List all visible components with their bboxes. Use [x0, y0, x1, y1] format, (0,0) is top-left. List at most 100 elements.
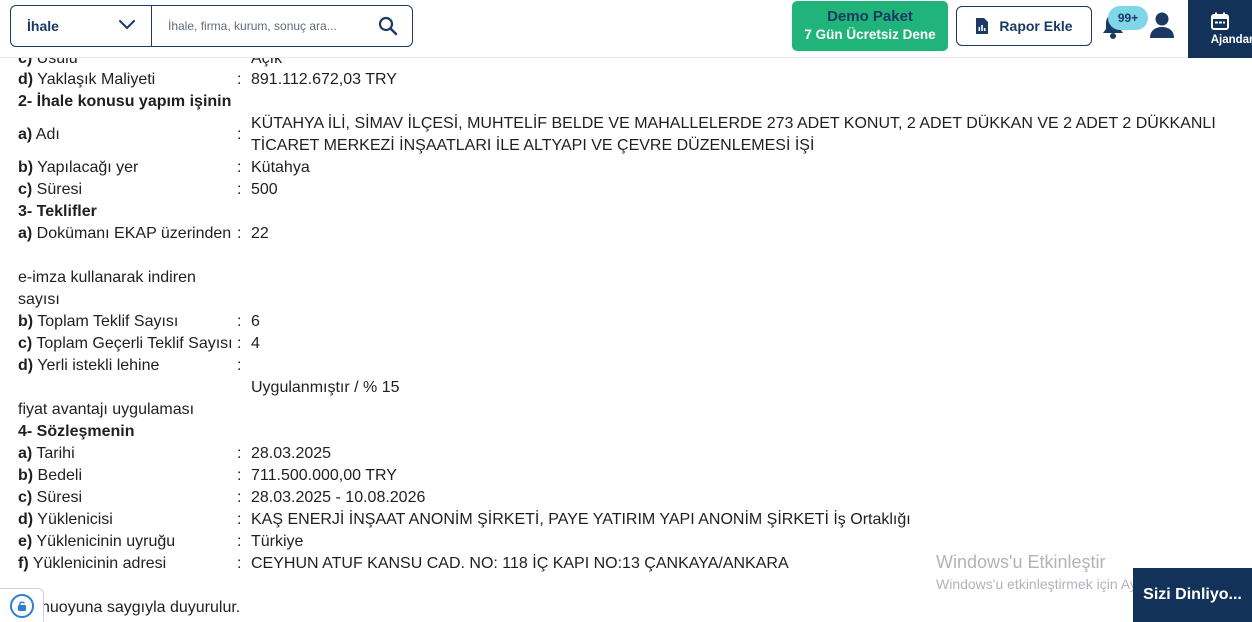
row-yerli-istekli: d) Yerli istekli lehine	[18, 355, 159, 377]
row-value: 4	[251, 335, 260, 352]
row-value: 6	[251, 313, 260, 330]
row-prefix: c)	[18, 181, 33, 198]
colon: :	[237, 159, 242, 176]
row-prefix: a)	[18, 225, 33, 242]
row-prefix: e)	[18, 533, 33, 550]
colon: :	[237, 489, 242, 506]
chat-support-button[interactable]: Sizi Dinliyo...	[1133, 568, 1252, 622]
row-value: 22	[251, 225, 269, 242]
search-icon[interactable]	[378, 16, 398, 36]
category-select[interactable]: İhale	[11, 6, 152, 46]
eimza-text: sayısı	[18, 291, 60, 308]
colon: :	[237, 467, 242, 484]
category-label: İhale	[27, 18, 59, 34]
row-label: Yapılacağı yer	[33, 159, 139, 176]
lock-icon	[9, 593, 34, 618]
demo-package-button[interactable]: Demo Paket 7 Gün Ücretsiz Dene	[792, 1, 948, 51]
row-value: KÜTAHYA İLİ, SİMAV İLÇESİ, MUHTELİF BELD…	[251, 115, 1216, 154]
user-icon[interactable]	[1148, 10, 1176, 40]
report-file-icon	[975, 17, 989, 35]
row-value: Uygulanmıştır / % 15	[251, 379, 400, 396]
row-prefix: f)	[18, 555, 29, 572]
notification-badge: 99+	[1108, 6, 1148, 30]
row-value: 711.500.000,00 TRY	[251, 467, 397, 484]
demo-subtitle: 7 Gün Ücretsiz Dene	[804, 27, 936, 42]
colon: :	[237, 181, 242, 198]
row-tarihi: a) Tarihi	[18, 443, 75, 465]
row-label: Süresi	[32, 181, 83, 198]
colon: :	[237, 313, 242, 330]
row-prefix: c)	[18, 489, 33, 506]
row-prefix: a)	[18, 126, 33, 143]
row-bedeli: b) Bedeli	[18, 465, 82, 487]
row-label: Süresi	[32, 489, 83, 506]
row-value: CEYHUN ATUF KANSU CAD. NO: 118 İÇ KAPI N…	[251, 555, 789, 572]
row-sozlesme-suresi: c) Süresi	[18, 487, 82, 509]
row-prefix: b)	[18, 159, 34, 176]
row-value: 28.03.2025	[251, 445, 332, 462]
row-value: 891.112.672,03 TRY	[251, 71, 397, 88]
colon: :	[237, 225, 242, 242]
add-report-button[interactable]: Rapor Ekle	[956, 6, 1092, 46]
row-toplam-teklif: b) Toplam Teklif Sayısı	[18, 311, 178, 333]
row-label: Yüklenicinin uyruğu	[32, 533, 176, 550]
row-label: Toplam Geçerli Teklif Sayısı	[32, 335, 233, 352]
row-uyruk: e) Yüklenicinin uyruğu	[18, 531, 175, 553]
colon: :	[237, 126, 242, 143]
row-prefix: d)	[18, 71, 34, 88]
row-label: Yerli istekli lehine	[33, 357, 160, 374]
eimza-text: e-imza kullanarak indiren	[18, 269, 196, 286]
row-prefix: d)	[18, 357, 34, 374]
row-label: Yüklenicisi	[33, 511, 113, 528]
announcement-content: c) Usulü Açık d) Yaklaşık Maliyeti : 891…	[0, 0, 1252, 622]
row-value: 28.03.2025 - 10.08.2026	[251, 489, 426, 506]
chevron-down-icon	[119, 17, 135, 35]
row-value: Kütahya	[251, 159, 310, 176]
row-prefix: c)	[18, 335, 33, 352]
row-value: KAŞ ENERJİ İNŞAAT ANONİM ŞİRKETİ, PAYE Y…	[251, 511, 911, 528]
colon: :	[237, 445, 242, 462]
row-suresi: c) Süresi	[18, 179, 82, 201]
row-prefix: d)	[18, 511, 34, 528]
row-label: Yaklaşık Maliyeti	[33, 71, 156, 88]
row-gecerli-teklif: c) Toplam Geçerli Teklif Sayısı	[18, 333, 233, 355]
demo-title: Demo Paket	[827, 8, 913, 25]
top-bar: İhale Demo Paket 7 Gün Ücretsiz Dene Rap…	[0, 0, 1252, 58]
section-heading-teklifler: 3- Teklifler	[18, 203, 97, 220]
calendar-icon	[1211, 12, 1229, 30]
agenda-label: Ajandam	[1210, 34, 1252, 46]
fiyat-avantaji-text: fiyat avantajı uygulaması	[18, 401, 195, 418]
colon: :	[237, 357, 242, 374]
search-input[interactable]	[168, 19, 378, 33]
search-group: İhale	[10, 5, 413, 47]
colon: :	[237, 71, 242, 88]
row-prefix: a)	[18, 445, 33, 462]
row-yaklasik-maliyet: d) Yaklaşık Maliyeti	[18, 69, 155, 91]
colon: :	[237, 555, 242, 572]
row-prefix: b)	[18, 313, 34, 330]
colon: :	[237, 511, 242, 528]
row-label: Toplam Teklif Sayısı	[33, 313, 179, 330]
section-heading-sozlesme: 4- Sözleşmenin	[18, 423, 135, 440]
search-field	[152, 6, 412, 46]
row-label: Adı	[32, 126, 60, 143]
row-adres: f) Yüklenicinin adresi	[18, 553, 166, 575]
row-yuklenici: d) Yüklenicisi	[18, 509, 113, 531]
accessibility-tab[interactable]	[0, 588, 44, 622]
row-label: Yüklenicinin adresi	[28, 555, 167, 572]
row-label: Bedeli	[33, 467, 83, 484]
row-value: 500	[251, 181, 278, 198]
row-adi: a) Adı	[18, 124, 60, 146]
row-label: Dokümanı EKAP üzerinden	[32, 225, 232, 242]
footer-text: nuoyuna saygıyla duyurulur.	[41, 599, 241, 616]
section-heading-yapim-isi: 2- İhale konusu yapım işinin	[18, 93, 232, 110]
row-yapilacagi-yer: b) Yapılacağı yer	[18, 157, 138, 179]
add-report-label: Rapor Ekle	[999, 18, 1073, 34]
row-label: Tarihi	[32, 445, 75, 462]
colon: :	[237, 335, 242, 352]
row-prefix: b)	[18, 467, 34, 484]
row-dokuman: a) Dokümanı EKAP üzerinden	[18, 223, 231, 245]
row-value: Türkiye	[251, 533, 304, 550]
agenda-button[interactable]: Ajandam	[1188, 0, 1252, 58]
colon: :	[237, 533, 242, 550]
